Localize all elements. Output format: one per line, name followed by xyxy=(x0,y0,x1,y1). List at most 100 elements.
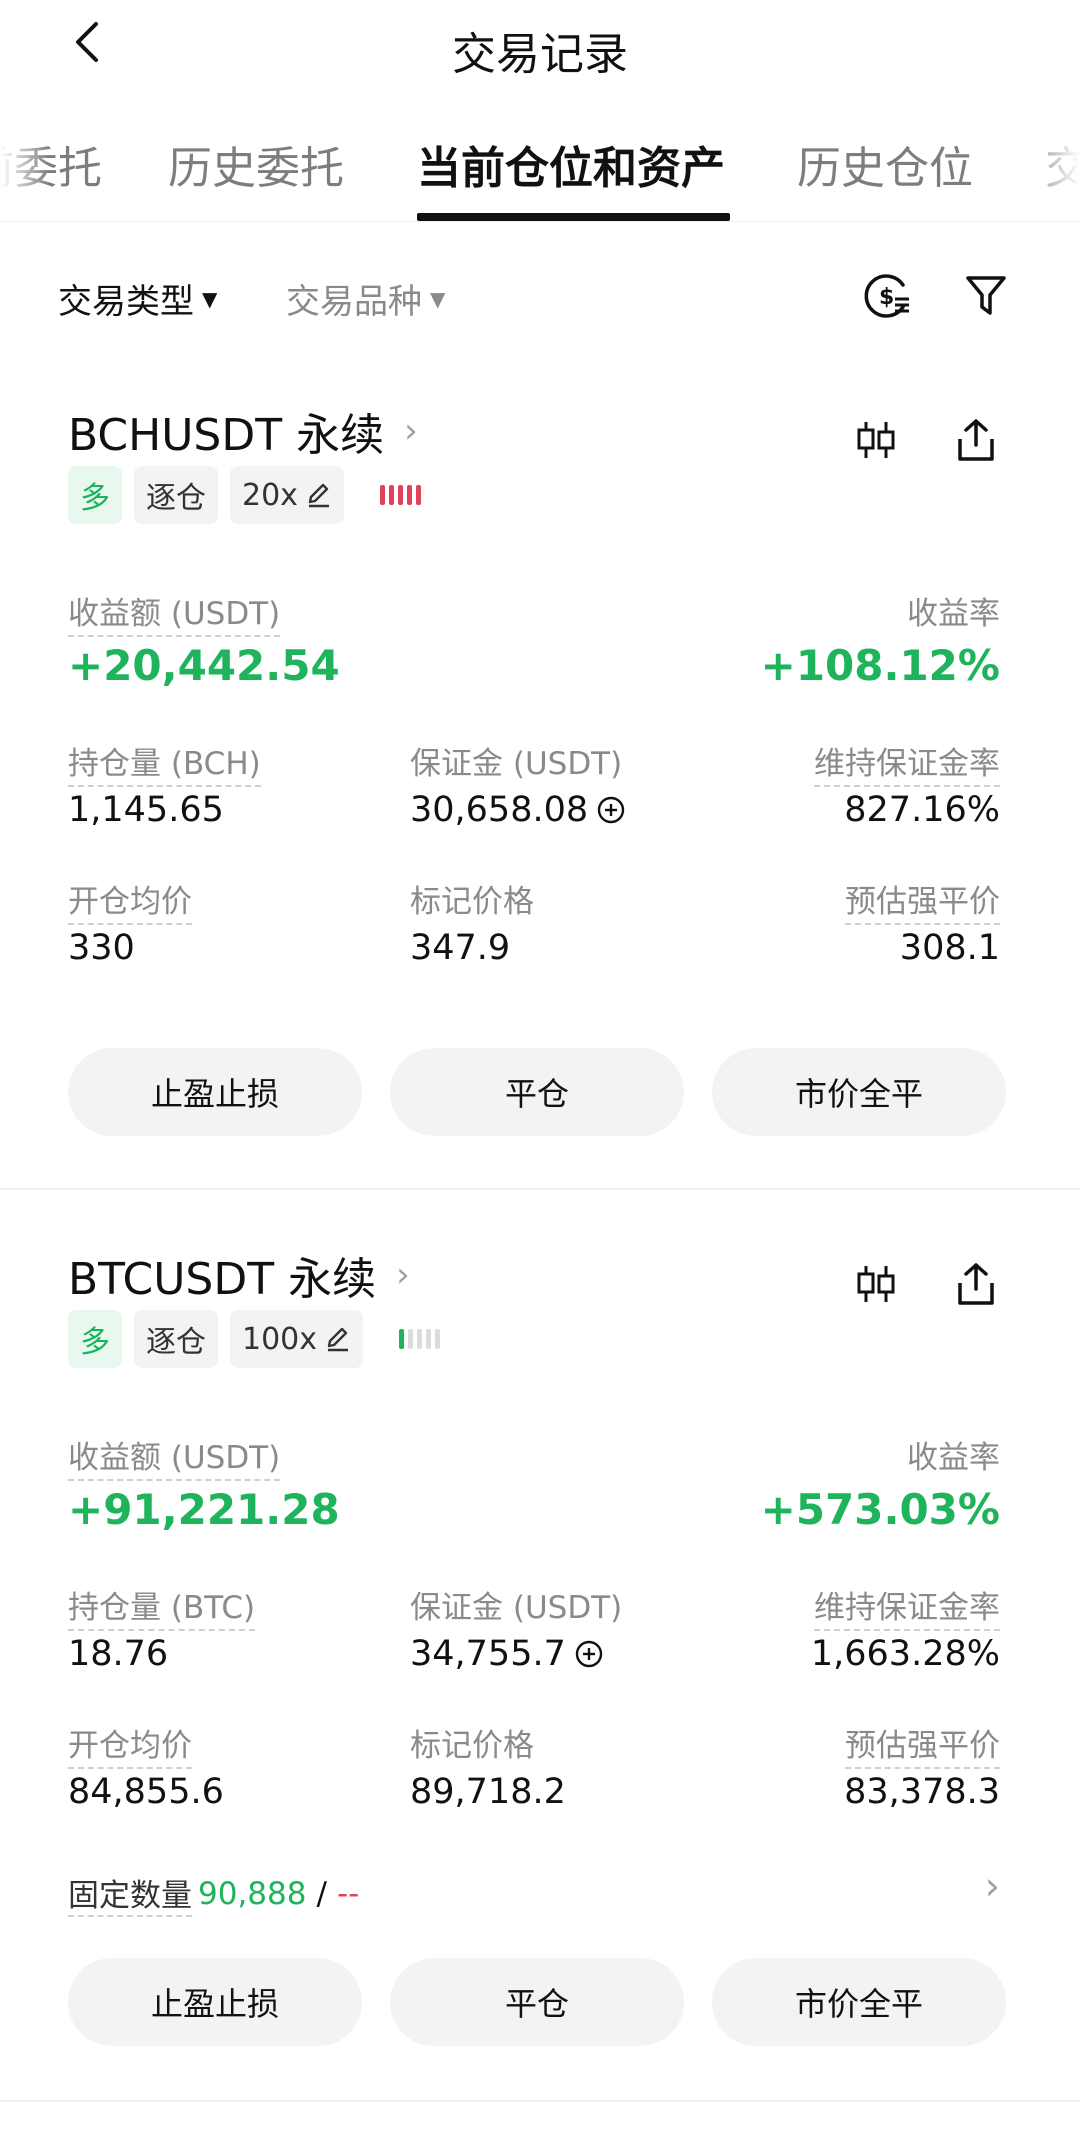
candlestick-icon xyxy=(857,422,895,458)
tab-current-positions[interactable]: 当前仓位和资产 xyxy=(417,132,725,196)
share-icon xyxy=(958,1263,994,1305)
coin-list-button[interactable]: $ xyxy=(860,268,916,324)
liq-price-label[interactable]: 预估强平价 xyxy=(845,1720,1000,1769)
instrument-dropdown[interactable]: 交易品种 ▼ xyxy=(286,274,445,323)
share-button[interactable] xyxy=(948,1256,1004,1312)
tab-indicator xyxy=(417,213,730,221)
entry-price-value: 330 xyxy=(68,928,135,968)
fixed-quantity-row[interactable]: 固定数量 90,888 / -- xyxy=(68,1870,359,1917)
page-title: 交易记录 xyxy=(452,29,628,80)
candlestick-icon xyxy=(857,1266,895,1302)
liq-price-value: 83,378.3 xyxy=(844,1772,1000,1812)
caret-down-icon: ▼ xyxy=(430,286,446,311)
filter-bar: 交易类型 ▼ 交易品种 ▼ $ xyxy=(0,262,1080,332)
trade-type-dropdown[interactable]: 交易类型 ▼ xyxy=(58,274,217,323)
fixed-quantity-empty: -- xyxy=(336,1875,360,1912)
svg-text:$: $ xyxy=(879,285,894,310)
tpsl-button[interactable]: 止盈止损 xyxy=(68,1048,362,1136)
kline-button[interactable] xyxy=(848,412,904,468)
fixed-quantity-value: 90,888 xyxy=(198,1875,307,1912)
share-button[interactable] xyxy=(948,412,1004,468)
close-position-button[interactable]: 平仓 xyxy=(390,1958,684,2046)
card-divider xyxy=(0,2100,1080,2102)
leverage-value: 20x xyxy=(242,477,298,513)
tpsl-button[interactable]: 止盈止损 xyxy=(68,1958,362,2046)
margin-value: 30,658.08 xyxy=(410,790,589,830)
trade-type-label: 交易类型 xyxy=(58,282,194,322)
entry-price-value: 84,855.6 xyxy=(68,1772,224,1812)
add-margin-icon[interactable] xyxy=(574,1639,604,1669)
pnl-label[interactable]: 收益额 (USDT) xyxy=(68,588,281,637)
pnl-value: +20,442.54 xyxy=(68,641,340,690)
tab-order-history[interactable]: 历史委托 xyxy=(168,132,344,196)
pnl-value: +91,221.28 xyxy=(68,1485,340,1534)
risk-meter-icon xyxy=(379,485,421,505)
leverage-tag[interactable]: 20x xyxy=(230,466,344,524)
mark-price-label: 标记价格 xyxy=(410,1728,534,1764)
tab-position-history[interactable]: 历史仓位 xyxy=(797,132,973,196)
position-card-bch: BCHUSDT 永续 › 多 逐仓 20x 收益额 (USDT) +20,442… xyxy=(0,396,1080,1186)
filter-button[interactable] xyxy=(958,268,1014,324)
side-tag: 多 xyxy=(68,466,122,524)
fixed-quantity-label: 固定数量 xyxy=(68,1870,192,1917)
pnl-label[interactable]: 收益额 (USDT) xyxy=(68,1432,281,1481)
margin-label: 保证金 (USDT) xyxy=(410,746,623,782)
position-tags: 多 逐仓 100x xyxy=(68,1310,441,1368)
symbol-row[interactable]: BTCUSDT 永续 › xyxy=(68,1240,410,1310)
margin-mode-tag: 逐仓 xyxy=(134,466,218,524)
tab-fade xyxy=(0,118,50,221)
kline-button[interactable] xyxy=(848,1256,904,1312)
leverage-value: 100x xyxy=(242,1321,318,1357)
margin-value-row: 30,658.08 xyxy=(410,790,626,830)
position-symbol: BTCUSDT 永续 xyxy=(68,1254,377,1305)
market-close-all-button[interactable]: 市价全平 xyxy=(712,1048,1006,1136)
mark-price-value: 347.9 xyxy=(410,928,511,968)
size-value: 18.76 xyxy=(68,1634,169,1674)
chevron-right-icon: › xyxy=(396,1255,410,1295)
position-symbol: BCHUSDT 永续 xyxy=(68,410,385,461)
mmr-value: 1,663.28% xyxy=(810,1634,1000,1674)
side-tag: 多 xyxy=(68,1310,122,1368)
position-tags: 多 逐仓 20x xyxy=(68,466,421,524)
edit-pencil-icon xyxy=(327,1327,349,1352)
card-divider xyxy=(0,1188,1080,1190)
size-label[interactable]: 持仓量 (BTC) xyxy=(68,1582,256,1631)
margin-value-row: 34,755.7 xyxy=(410,1634,604,1674)
size-label[interactable]: 持仓量 (BCH) xyxy=(68,738,261,787)
margin-mode-tag: 逐仓 xyxy=(134,1310,218,1368)
tab-bar: 前委托 历史委托 当前仓位和资产 历史仓位 交 xyxy=(0,118,1080,222)
margin-label: 保证金 (USDT) xyxy=(410,1590,623,1626)
mmr-label[interactable]: 维持保证金率 xyxy=(814,1582,1000,1631)
leverage-tag[interactable]: 100x xyxy=(230,1310,364,1368)
chevron-right-icon: › xyxy=(404,411,418,451)
position-card-btc: BTCUSDT 永续 › 多 逐仓 100x 收益额 (USDT) +91,22… xyxy=(0,1240,1080,2046)
caret-down-icon: ▼ xyxy=(202,286,218,311)
roi-value: +108.12% xyxy=(760,641,1000,690)
entry-price-label[interactable]: 开仓均价 xyxy=(68,876,192,925)
symbol-row[interactable]: BCHUSDT 永续 › xyxy=(68,396,418,466)
roi-label: 收益率 xyxy=(907,596,1000,632)
chevron-right-icon[interactable]: › xyxy=(985,1864,1000,1908)
mark-price-label: 标记价格 xyxy=(410,884,534,920)
roi-label: 收益率 xyxy=(907,1440,1000,1476)
roi-value: +573.03% xyxy=(760,1485,1000,1534)
close-position-button[interactable]: 平仓 xyxy=(390,1048,684,1136)
size-value: 1,145.65 xyxy=(68,790,224,830)
risk-meter-icon xyxy=(399,1329,441,1349)
tab-fade xyxy=(1020,118,1080,221)
mark-price-value: 89,718.2 xyxy=(410,1772,566,1812)
header: 交易记录 xyxy=(0,0,1080,90)
share-icon xyxy=(958,419,994,461)
instrument-label: 交易品种 xyxy=(286,282,422,322)
liq-price-value: 308.1 xyxy=(899,928,1000,968)
mmr-label[interactable]: 维持保证金率 xyxy=(814,738,1000,787)
filter-icon xyxy=(966,276,1006,315)
add-margin-icon[interactable] xyxy=(596,795,626,825)
mmr-value: 827.16% xyxy=(844,790,1000,830)
market-close-all-button[interactable]: 市价全平 xyxy=(712,1958,1006,2046)
edit-pencil-icon xyxy=(308,483,329,508)
coin-list-icon: $ xyxy=(864,274,909,318)
liq-price-label[interactable]: 预估强平价 xyxy=(845,876,1000,925)
fixed-quantity-separator: / xyxy=(316,1875,327,1912)
entry-price-label[interactable]: 开仓均价 xyxy=(68,1720,192,1769)
